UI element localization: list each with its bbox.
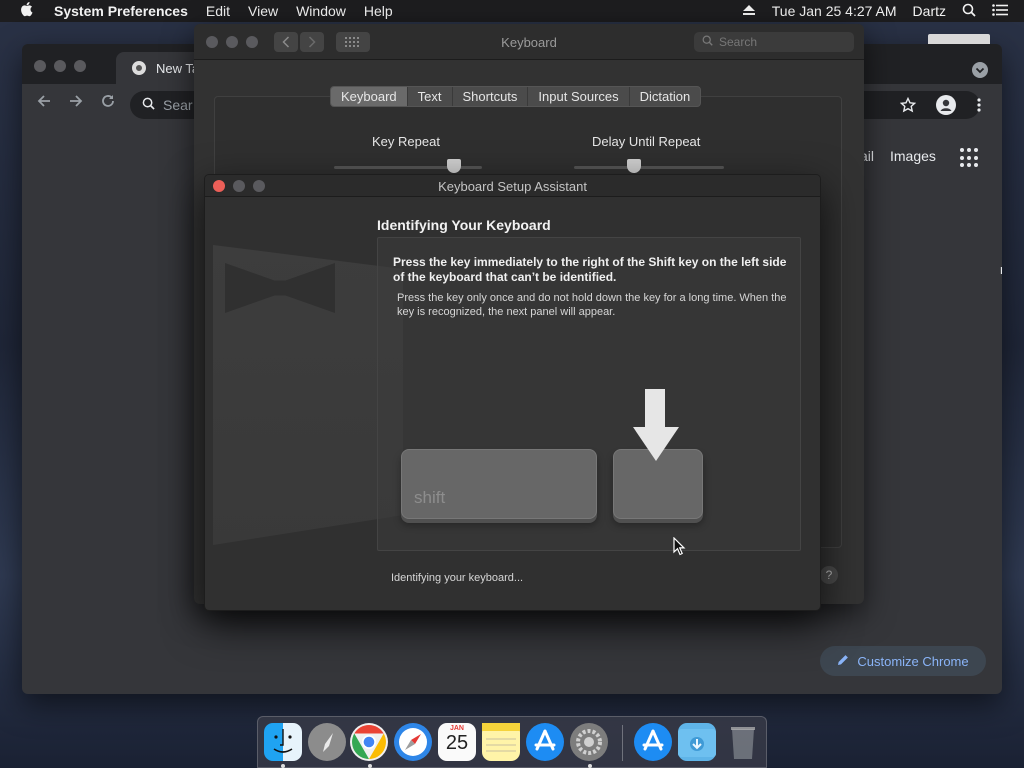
dock: JAN 25 bbox=[257, 716, 767, 768]
forward-arrow-icon[interactable] bbox=[68, 93, 84, 114]
keyboard-setup-assistant-window: Keyboard Setup Assistant Identifying You… bbox=[204, 174, 821, 611]
tab-text[interactable]: Text bbox=[406, 87, 452, 106]
chrome-window-controls bbox=[34, 60, 86, 72]
minimize-button[interactable] bbox=[54, 60, 66, 72]
system-preferences-icon[interactable] bbox=[570, 723, 608, 761]
app-store-downloads-icon[interactable] bbox=[634, 723, 672, 761]
customize-chrome-label: Customize Chrome bbox=[857, 653, 969, 669]
key-repeat-label: Key Repeat bbox=[372, 134, 440, 149]
menu-bar: System Preferences Edit View Window Help… bbox=[0, 0, 1024, 22]
customize-chrome-button[interactable]: Customize Chrome bbox=[820, 646, 986, 676]
edge-text-fragment: m bbox=[1000, 262, 1002, 277]
tab-dictation[interactable]: Dictation bbox=[628, 87, 701, 106]
down-arrow-icon bbox=[633, 389, 679, 463]
app-menu[interactable]: System Preferences bbox=[54, 3, 188, 19]
spotlight-search-icon[interactable] bbox=[962, 3, 976, 20]
google-apps-icon[interactable] bbox=[960, 148, 980, 168]
sysprefs-running-indicator bbox=[588, 764, 592, 768]
sysprefs-search-input[interactable]: Search bbox=[694, 32, 854, 52]
search-icon bbox=[142, 97, 155, 113]
view-menu[interactable]: View bbox=[248, 3, 278, 19]
zoom-button[interactable] bbox=[74, 60, 86, 72]
app-store-icon[interactable] bbox=[526, 723, 564, 761]
chrome-icon[interactable] bbox=[350, 723, 388, 761]
pencil-icon bbox=[837, 654, 849, 669]
delay-until-repeat-label: Delay Until Repeat bbox=[592, 134, 701, 149]
tab-keyboard[interactable]: Keyboard bbox=[331, 87, 407, 106]
finder-icon[interactable] bbox=[264, 723, 302, 761]
mouse-cursor-icon bbox=[673, 536, 686, 561]
calendar-icon[interactable]: JAN 25 bbox=[438, 723, 476, 761]
close-button[interactable] bbox=[34, 60, 46, 72]
finder-running-indicator bbox=[281, 764, 285, 768]
trash-icon[interactable] bbox=[724, 723, 762, 761]
key-repeat-slider-knob[interactable] bbox=[447, 159, 461, 173]
chrome-menu-icon[interactable] bbox=[976, 97, 982, 118]
calendar-month: JAN bbox=[449, 725, 464, 732]
eject-icon[interactable] bbox=[742, 3, 756, 19]
user-name[interactable]: Dartz bbox=[913, 3, 946, 19]
calendar-day: 25 bbox=[445, 732, 469, 754]
instruction-subtext: Press the key only once and do not hold … bbox=[397, 292, 787, 318]
menu-clock[interactable]: Tue Jan 25 4:27 AM bbox=[772, 3, 897, 19]
tab-input-sources[interactable]: Input Sources bbox=[527, 87, 628, 106]
reload-icon[interactable] bbox=[100, 93, 116, 114]
chrome-logo-icon bbox=[132, 61, 146, 75]
shift-key-illustration: shift bbox=[401, 449, 597, 519]
search-icon bbox=[702, 35, 713, 49]
dock-separator bbox=[622, 725, 623, 761]
back-arrow-icon[interactable] bbox=[36, 93, 52, 114]
launchpad-icon[interactable] bbox=[308, 723, 346, 761]
tab-menu-chevron-icon[interactable] bbox=[972, 62, 988, 78]
help-menu[interactable]: Help bbox=[364, 3, 393, 19]
tab-shortcuts[interactable]: Shortcuts bbox=[451, 87, 528, 106]
delay-until-repeat-slider-knob[interactable] bbox=[627, 159, 641, 173]
safari-icon[interactable] bbox=[394, 723, 432, 761]
omnibox-text: Sear bbox=[163, 97, 193, 113]
assistant-heading: Identifying Your Keyboard bbox=[377, 217, 551, 233]
shift-key-label: shift bbox=[414, 488, 446, 507]
search-placeholder: Search bbox=[719, 35, 758, 49]
chrome-running-indicator bbox=[368, 764, 372, 768]
images-link[interactable]: Images bbox=[890, 148, 936, 164]
assistant-title: Keyboard Setup Assistant bbox=[438, 179, 587, 194]
instruction-text: Press the key immediately to the right o… bbox=[393, 255, 787, 284]
help-button[interactable]: ? bbox=[820, 566, 838, 584]
profile-avatar-icon[interactable] bbox=[936, 95, 956, 115]
notes-icon[interactable] bbox=[482, 723, 520, 761]
downloads-folder-icon[interactable] bbox=[678, 723, 716, 761]
keyboard-tab-bar: Keyboard Text Shortcuts Input Sources Di… bbox=[330, 86, 702, 107]
background-window-thumbnail bbox=[928, 34, 990, 44]
notification-center-icon[interactable] bbox=[992, 3, 1008, 19]
delay-until-repeat-slider[interactable] bbox=[574, 166, 724, 169]
bookmark-star-icon[interactable] bbox=[899, 96, 917, 118]
apple-menu-icon[interactable] bbox=[0, 1, 54, 21]
status-text: Identifying your keyboard... bbox=[391, 572, 524, 584]
window-menu[interactable]: Window bbox=[296, 3, 346, 19]
edit-menu[interactable]: Edit bbox=[206, 3, 230, 19]
